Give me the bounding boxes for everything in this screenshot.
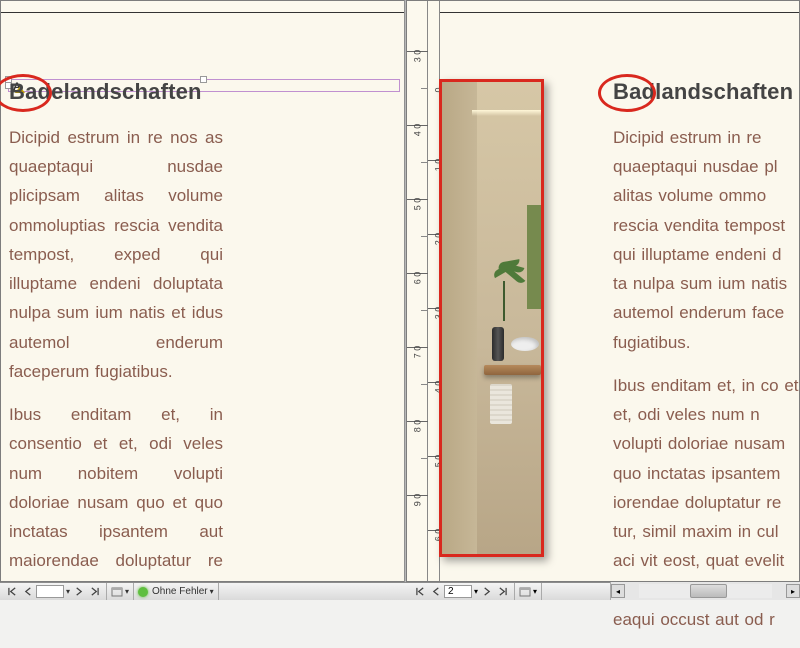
window-divider[interactable] (404, 0, 406, 582)
open-panel-button[interactable]: ▾ (107, 583, 134, 600)
document-window-right: 3 0 4 0 5 0 6 0 7 0 8 0 9 0 0 1 0 2 0 3 … (406, 0, 800, 582)
ruler-label: 3 0 (413, 46, 423, 67)
placed-image-frame[interactable] (439, 79, 544, 557)
status-ok-icon (138, 587, 148, 597)
last-page-button[interactable] (87, 585, 101, 599)
last-page-button[interactable] (495, 585, 509, 599)
ruler-label: 5 0 (413, 194, 423, 215)
chevron-down-icon[interactable]: ▾ (533, 587, 537, 596)
chevron-down-icon[interactable]: ▾ (66, 587, 70, 596)
heading-text: Badlandschaften (613, 79, 800, 105)
page-number-field[interactable] (36, 585, 64, 598)
chevron-down-icon[interactable]: ▾ (210, 587, 214, 596)
ruler-label: 8 0 (413, 416, 423, 437)
horizontal-scrollbar[interactable]: ◂ ▸ (610, 582, 800, 600)
body-text: Dicipid estrum in re quaeptaqui nusdae p… (613, 123, 800, 634)
open-panel-button[interactable]: ▾ (515, 583, 542, 600)
paragraph: Ibus enditam et, in consentio et et, odi… (9, 400, 223, 605)
page-number-field[interactable] (444, 585, 472, 598)
text-frame[interactable]: Badelandschaften Dicipid estrum in re no… (9, 79, 223, 619)
vertical-ruler[interactable]: 3 0 4 0 5 0 6 0 7 0 8 0 9 0 (407, 1, 428, 581)
body-text: Dicipid estrum in re nos as quaeptaqui n… (9, 123, 223, 605)
prev-page-button[interactable] (429, 585, 443, 599)
prev-page-button[interactable] (21, 585, 35, 599)
page-navigator: ▾ (408, 583, 515, 600)
paragraph: Dicipid estrum in re nos as quaeptaqui n… (9, 123, 223, 386)
document-window-left: A Badelandschaften Dicipid estrum in re … (0, 0, 406, 582)
page-boundary (1, 1, 405, 13)
panel-icon (519, 586, 531, 598)
next-page-button[interactable] (479, 585, 493, 599)
page-navigator: ▾ (0, 583, 107, 600)
ruler-label: 7 0 (413, 342, 423, 363)
preflight-label: Ohne Fehler (152, 586, 208, 597)
text-frame[interactable]: Badlandschaften Dicipid estrum in re qua… (613, 79, 800, 648)
first-page-button[interactable] (5, 585, 19, 599)
ruler-label: 6 0 (413, 268, 423, 289)
preflight-status[interactable]: Ohne Fehler ▾ (134, 583, 219, 600)
paragraph: Dicipid estrum in re quaeptaqui nusdae p… (613, 123, 800, 357)
bathroom-image-placeholder (442, 82, 541, 554)
scrollbar-track[interactable] (639, 584, 772, 598)
next-page-button[interactable] (71, 585, 85, 599)
status-bar-right: ▾ ▾ ◂ ▸ (408, 582, 800, 600)
first-page-button[interactable] (413, 585, 427, 599)
page-boundary (407, 1, 799, 13)
scroll-left-button[interactable]: ◂ (611, 584, 625, 598)
ruler-label: 4 0 (413, 120, 423, 141)
scrollbar-thumb[interactable] (690, 584, 727, 598)
ruler-label: 9 0 (413, 490, 423, 511)
chevron-down-icon[interactable]: ▾ (125, 587, 129, 596)
heading-text: Badelandschaften (9, 79, 223, 105)
chevron-down-icon[interactable]: ▾ (474, 587, 478, 596)
scroll-right-button[interactable]: ▸ (786, 584, 800, 598)
panel-icon (111, 586, 123, 598)
